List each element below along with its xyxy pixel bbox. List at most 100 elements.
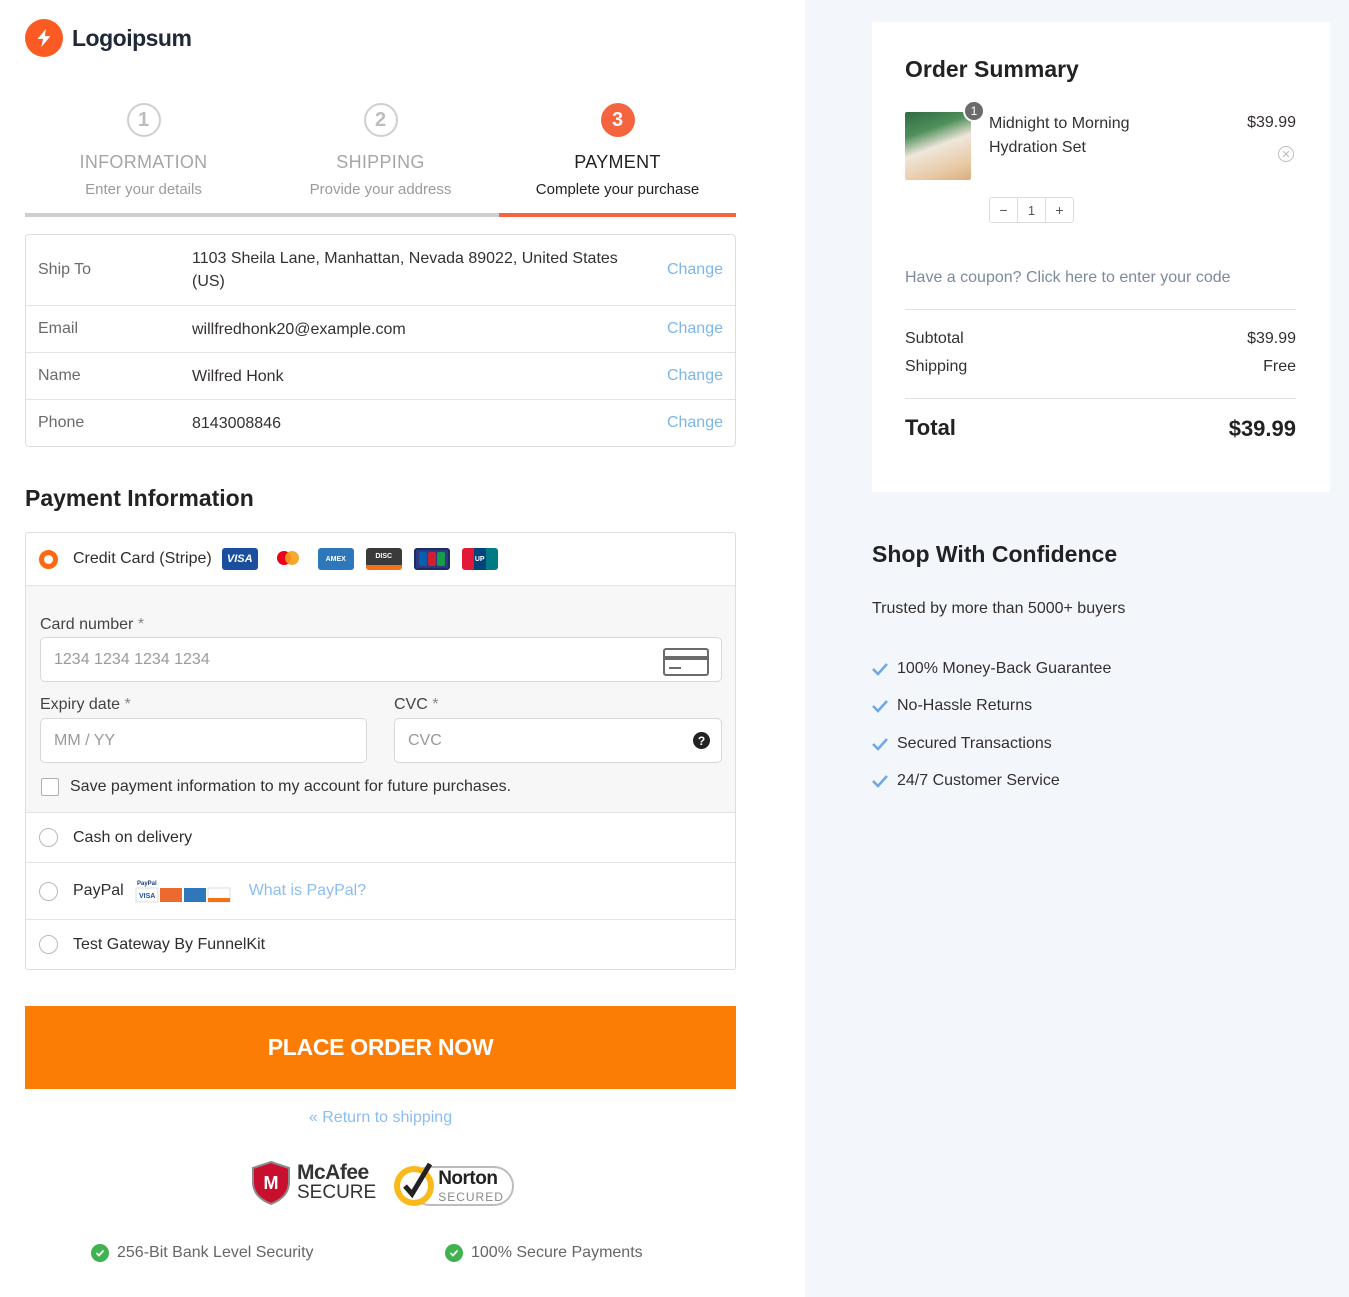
cod-radio[interactable] [39, 828, 58, 847]
confidence-item: 100% Money-Back Guarantee [872, 650, 1111, 688]
save-payment-checkbox-row[interactable]: Save payment information to my account f… [41, 778, 511, 796]
order-summary-title: Order Summary [905, 56, 1079, 82]
paypal-label: PayPal [73, 882, 124, 899]
security-note-payments: 100% Secure Payments [445, 1244, 643, 1262]
checkout-steps: 1 INFORMATION Enter your details 2 SHIPP… [25, 102, 736, 217]
return-to-shipping-link[interactable]: « Return to shipping [25, 1109, 736, 1127]
info-value: Wilfred Honk [192, 367, 284, 385]
checkmark-icon [872, 737, 888, 751]
info-value: 8143008846 [192, 414, 281, 432]
info-label: Phone [38, 414, 85, 431]
step-subtitle: Enter your details [85, 181, 202, 198]
subtotal-label: Subtotal [905, 330, 964, 347]
logo-text: Logoipsum [72, 24, 192, 51]
confidence-item: No-Hassle Returns [872, 688, 1111, 726]
order-summary-card: Order Summary 1 Midnight to Morning Hydr… [872, 22, 1330, 492]
mcafee-shield-icon: M [252, 1160, 290, 1206]
visa-icon: VISA [221, 548, 258, 570]
confidence-list: 100% Money-Back Guarantee No-Hassle Retu… [872, 650, 1111, 800]
what-is-paypal-link[interactable]: What is PayPal? [249, 882, 366, 900]
jcb-icon [413, 548, 450, 570]
discover-icon: DISC [365, 548, 402, 570]
step-information[interactable]: 1 INFORMATION Enter your details [25, 102, 262, 217]
shipping-label: Shipping [905, 358, 968, 375]
checkmark-icon [872, 775, 888, 789]
payment-option-test-gateway[interactable]: Test Gateway By FunnelKit [26, 920, 735, 969]
qty-decrease-button[interactable]: − [990, 198, 1017, 222]
info-value: willfredhonk20@example.com [192, 320, 406, 338]
test-gateway-radio[interactable] [39, 935, 58, 954]
qty-value[interactable]: 1 [1017, 198, 1046, 222]
logo[interactable]: Logoipsum [25, 19, 192, 57]
norton-text: Norton [438, 1168, 498, 1189]
customer-info-table: Ship To 1103 Sheila Lane, Manhattan, Nev… [25, 234, 736, 447]
paypal-radio[interactable] [39, 881, 58, 901]
mcafee-secure-text: SECURE [297, 1182, 377, 1203]
place-order-button[interactable]: PLACE ORDER NOW [25, 1006, 736, 1089]
quantity-stepper: − 1 + [989, 197, 1074, 223]
change-ship-to-link[interactable]: Change [645, 261, 735, 279]
norton-badge: Norton SECURED [390, 1158, 515, 1208]
divider [905, 398, 1296, 399]
confidence-title: Shop With Confidence [872, 541, 1118, 567]
product-price: $39.99 [1247, 114, 1296, 131]
card-brand-icons: VISA AMEX DISC UP [221, 548, 498, 570]
cvc-input[interactable]: CVC ? [394, 718, 722, 763]
confidence-item: Secured Transactions [872, 725, 1111, 763]
help-icon[interactable]: ? [693, 732, 710, 749]
credit-card-icon [663, 648, 709, 681]
step-number: 2 [363, 103, 398, 137]
checkout-main: Logoipsum 1 INFORMATION Enter your detai… [0, 0, 805, 1297]
info-label: Ship To [38, 261, 92, 278]
step-shipping[interactable]: 2 SHIPPING Provide your address [262, 102, 499, 217]
change-email-link[interactable]: Change [645, 320, 735, 338]
payment-option-paypal[interactable]: PayPal PayPal VISA What is PayPal? [26, 863, 735, 920]
card-number-label: Card number * [40, 616, 145, 633]
expiry-input[interactable]: MM / YY [40, 718, 367, 763]
expiry-label: Expiry date * [40, 696, 131, 713]
norton-secured-text: SECURED [438, 1190, 504, 1204]
shipping-value: Free [1263, 358, 1296, 375]
save-payment-label: Save payment information to my account f… [70, 778, 512, 795]
product-thumbnail [905, 112, 971, 180]
total-value: $39.99 [1228, 416, 1296, 441]
norton-check-icon [394, 1162, 435, 1206]
save-payment-checkbox[interactable] [41, 778, 59, 796]
step-progress-bar [262, 213, 499, 217]
qty-increase-button[interactable]: + [1046, 198, 1073, 222]
change-name-link[interactable]: Change [645, 367, 735, 385]
coupon-link[interactable]: Have a coupon? Click here to enter your … [905, 269, 1231, 287]
trust-badges: M McAfee SECURE Norton SECURED [250, 1158, 515, 1208]
info-row-name: Name Wilfred Honk Change [26, 353, 735, 400]
payment-option-cod[interactable]: Cash on delivery [26, 813, 735, 863]
step-title: PAYMENT [574, 152, 661, 172]
step-subtitle: Complete your purchase [535, 181, 700, 198]
step-number: 3 [600, 103, 635, 137]
check-circle-icon [91, 1244, 109, 1262]
svg-text:VISA: VISA [139, 893, 155, 900]
info-row-ship-to: Ship To 1103 Sheila Lane, Manhattan, Nev… [26, 235, 735, 306]
payment-option-stripe[interactable]: Credit Card (Stripe) VISA AMEX DISC UP [26, 533, 735, 586]
step-title: INFORMATION [79, 152, 208, 172]
step-number: 1 [126, 103, 161, 137]
stripe-label: Credit Card (Stripe) [73, 550, 212, 567]
svg-text:M: M [264, 1173, 279, 1193]
test-gateway-label: Test Gateway By FunnelKit [73, 935, 266, 953]
cvc-label: CVC * [394, 696, 439, 713]
stripe-radio[interactable] [39, 549, 58, 569]
unionpay-icon: UP [461, 548, 498, 570]
change-phone-link[interactable]: Change [645, 414, 735, 432]
step-progress-bar [25, 213, 262, 217]
security-note-bank: 256-Bit Bank Level Security [91, 1244, 314, 1262]
paypal-cards-icon: PayPal VISA [134, 878, 232, 904]
confidence-item: 24/7 Customer Service [872, 763, 1111, 801]
step-payment[interactable]: 3 PAYMENT Complete your purchase [499, 102, 736, 217]
card-number-input[interactable]: 1234 1234 1234 1234 [40, 637, 722, 682]
info-row-phone: Phone 8143008846 Change [26, 400, 735, 446]
checkmark-icon [872, 700, 888, 714]
divider [905, 309, 1296, 310]
remove-item-icon[interactable]: ✕ [1278, 146, 1294, 162]
info-label: Email [38, 320, 79, 337]
stripe-card-form: Card number * 1234 1234 1234 1234 Expiry… [26, 586, 735, 813]
info-label: Name [38, 367, 81, 384]
